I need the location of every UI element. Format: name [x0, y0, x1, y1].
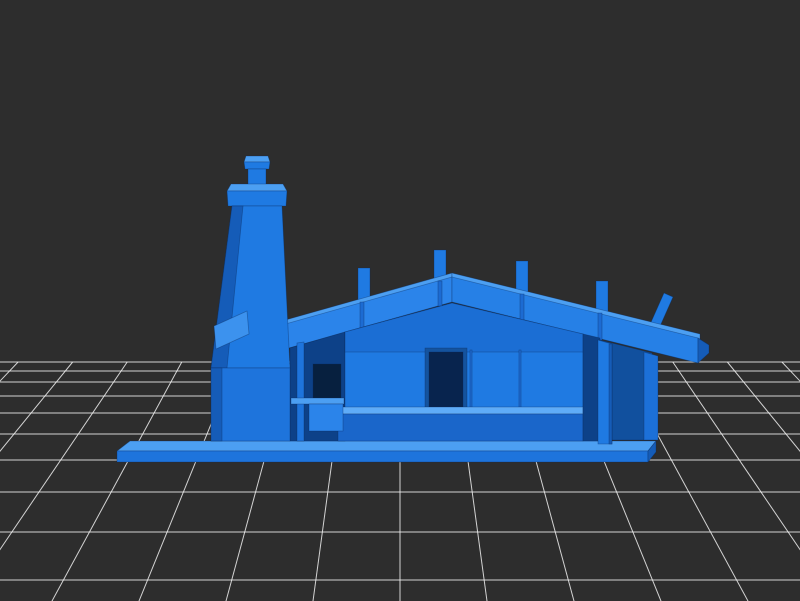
- plate-front: [117, 451, 648, 462]
- chimney-cap-front: [244, 162, 270, 169]
- chimney-base-left: [211, 368, 222, 441]
- chimney-crown-front: [227, 191, 287, 206]
- porch-floor: [338, 407, 583, 414]
- wall-seam-1: [470, 350, 472, 408]
- viewport-3d[interactable]: [0, 0, 800, 601]
- fascia-seam-3: [520, 294, 524, 320]
- post-far-right: [644, 352, 658, 440]
- bench-top: [291, 398, 344, 404]
- porch-recess-right: [583, 334, 600, 441]
- fascia-seam-4: [598, 313, 602, 340]
- wall-seam-2: [519, 350, 521, 408]
- plate-top: [117, 441, 656, 451]
- fascia-seam-1: [360, 302, 364, 329]
- viewer-window: [0, 0, 800, 601]
- utility-opening: [313, 364, 341, 399]
- door-panel: [429, 352, 463, 408]
- bench-front: [309, 404, 343, 431]
- fascia-seam-2: [438, 281, 442, 306]
- chimney-crown-top: [227, 184, 287, 191]
- post-left-thin: [297, 342, 304, 441]
- chimney-base: [211, 368, 290, 441]
- post-front-right-side: [609, 344, 612, 444]
- chimney-cap-top: [244, 156, 270, 162]
- foundation: [338, 414, 583, 441]
